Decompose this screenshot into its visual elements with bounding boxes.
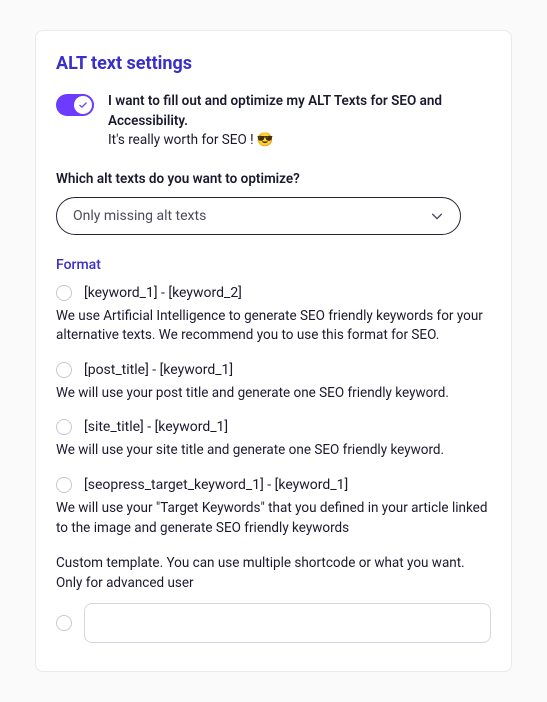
alt-text-settings-card: ALT text settings I want to fill out and… [35,30,512,672]
toggle-line1: I want to fill out and optimize my ALT T… [108,93,442,129]
chevron-down-icon [430,209,444,223]
format-option-desc: We use Artificial Intelligence to genera… [56,307,491,346]
radio-input[interactable] [56,477,72,493]
enable-toggle[interactable] [56,94,94,116]
custom-template-desc: Custom template. You can use multiple sh… [56,554,491,593]
toggle-knob [74,96,92,114]
optimize-selected-value: Only missing alt texts [73,208,206,224]
format-option-label: [site_title] - [keyword_1] [84,419,228,435]
check-icon [78,100,88,110]
radio-input[interactable] [56,362,72,378]
card-title: ALT text settings [56,53,491,74]
format-option-custom [56,603,491,643]
format-option-desc: We will use your "Target Keywords" that … [56,499,491,538]
custom-template-input[interactable] [84,603,491,643]
format-option-desc: We will use your post title and generate… [56,384,491,404]
toggle-description: I want to fill out and optimize my ALT T… [108,92,491,151]
enable-toggle-row: I want to fill out and optimize my ALT T… [56,92,491,151]
optimize-label: Which alt texts do you want to optimize? [56,171,491,187]
format-option-label: [seopress_target_keyword_1] - [keyword_1… [84,477,348,493]
format-option-label: [keyword_1] - [keyword_2] [84,285,242,301]
optimize-select[interactable]: Only missing alt texts [56,197,461,235]
toggle-line2: It's really worth for SEO ! 😎 [108,132,274,148]
format-option-site-title[interactable]: [site_title] - [keyword_1] [56,419,491,435]
format-section-label: Format [56,257,491,273]
radio-input[interactable] [56,419,72,435]
radio-input[interactable] [56,615,72,631]
format-option-keywords[interactable]: [keyword_1] - [keyword_2] [56,285,491,301]
format-option-desc: We will use your site title and generate… [56,441,491,461]
format-option-seopress-target[interactable]: [seopress_target_keyword_1] - [keyword_1… [56,477,491,493]
radio-input[interactable] [56,285,72,301]
format-option-post-title[interactable]: [post_title] - [keyword_1] [56,362,491,378]
format-option-label: [post_title] - [keyword_1] [84,362,233,378]
